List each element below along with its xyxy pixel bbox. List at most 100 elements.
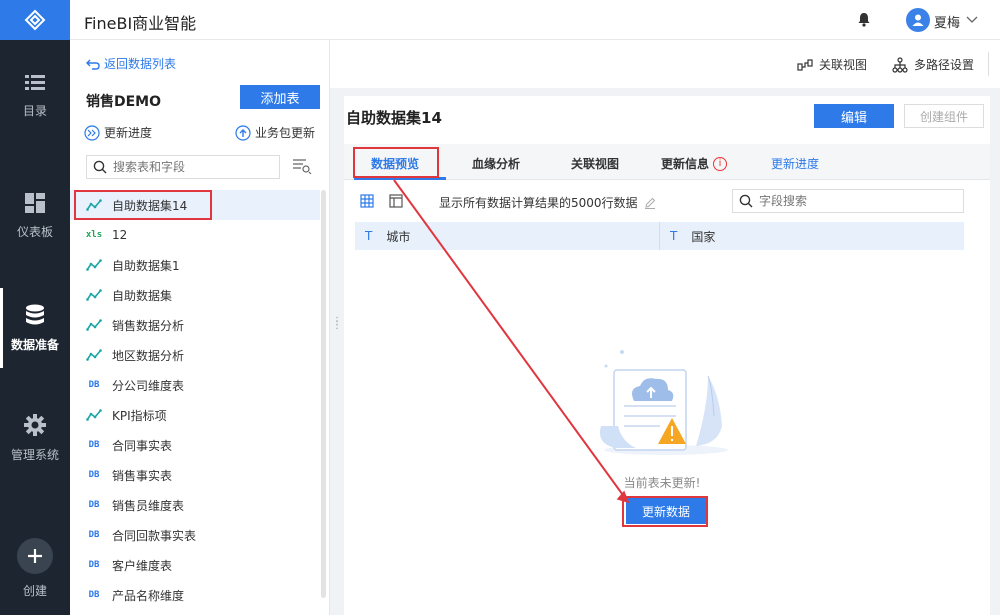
table-list-item[interactable]: 自助数据集 — [70, 280, 320, 310]
nav-item-create[interactable]: 创建 — [0, 528, 70, 608]
table-name: 客户维度表 — [112, 558, 173, 573]
chevron-down-icon[interactable] — [966, 13, 978, 25]
table-name: 自助数据集 — [112, 288, 173, 303]
return-icon — [86, 59, 100, 70]
database-icon — [26, 304, 44, 324]
self-dataset-icon — [84, 199, 104, 211]
dashboard-icon — [25, 192, 45, 213]
table-type-tag: DB — [88, 500, 100, 510]
table-list: 自助数据集14 xls 12 自助数据集1 自助数据集销售数据分析 地区数据分析 DB 分公司… — [70, 190, 320, 610]
field-search[interactable] — [732, 189, 964, 213]
progress-icon — [84, 124, 100, 141]
divider — [988, 52, 989, 76]
table-name: 合同事实表 — [112, 438, 173, 453]
self-dataset-icon — [84, 319, 104, 331]
table-list-item[interactable]: DB 合同事实表 — [70, 430, 320, 460]
self-dataset-icon — [84, 409, 104, 421]
pencil-icon[interactable] — [644, 197, 656, 209]
db-table-icon: DB — [84, 500, 104, 510]
field-search-input[interactable] — [759, 194, 949, 208]
nav-label: 创建 — [22, 583, 47, 598]
tab-data-preview[interactable]: 数据预览 — [371, 155, 419, 172]
preview-note-text: 显示所有数据计算结果的5000行数据 — [439, 196, 638, 210]
table-list-item[interactable]: xls 12 — [70, 220, 320, 250]
nav-label: 目录 — [22, 103, 47, 118]
table-list-item[interactable]: DB 合同回款事实表 — [70, 520, 320, 550]
search-icon — [739, 194, 753, 208]
table-list-item[interactable]: 销售数据分析 — [70, 310, 320, 340]
edit-button[interactable]: 编辑 — [814, 104, 894, 128]
nav-item-dashboard[interactable]: 仪表板 — [0, 176, 70, 256]
multipath-settings-label: 多路径设置 — [914, 58, 975, 72]
back-link-label: 返回数据列表 — [104, 57, 177, 71]
tab-lineage[interactable]: 血缘分析 — [472, 155, 520, 172]
table-list-item[interactable]: 地区数据分析 — [70, 340, 320, 370]
empty-state-text: 当前表未更新! — [623, 476, 701, 490]
upload-icon — [235, 124, 251, 141]
avatar[interactable] — [906, 8, 930, 32]
app-logo[interactable] — [0, 0, 70, 40]
db-table-icon: DB — [84, 380, 104, 390]
preview-table-header: T 城市 T 国家 — [355, 222, 964, 250]
multipath-settings-button[interactable]: 多路径设置 — [892, 56, 974, 73]
table-list-item[interactable]: DB 销售事实表 — [70, 460, 320, 490]
relation-view-button[interactable]: 关联视图 — [797, 56, 867, 73]
app-title: FineBI商业智能 — [84, 14, 197, 33]
info-icon: i — [713, 156, 728, 171]
nav-item-admin[interactable]: 管理系统 — [0, 398, 70, 478]
nav-label: 管理系统 — [10, 447, 59, 462]
add-table-button[interactable]: 添加表 — [240, 85, 320, 109]
db-table-icon: DB — [84, 560, 104, 570]
table-list-item[interactable]: DB 客户维度表 — [70, 550, 320, 580]
tab-update-info[interactable]: 更新信息 i — [661, 155, 728, 172]
text-type-icon: T — [670, 229, 678, 243]
table-name: 分公司维度表 — [112, 378, 185, 393]
user-name[interactable]: 夏梅 — [934, 12, 960, 31]
update-progress-label: 更新进度 — [104, 126, 153, 140]
table-list-item[interactable]: DB 分公司维度表 — [70, 370, 320, 400]
column-header[interactable]: T 城市 — [355, 222, 659, 250]
table-type-tag: DB — [88, 560, 100, 570]
table-type-tag: DB — [88, 440, 100, 450]
scrollbar[interactable] — [321, 190, 326, 598]
tab-relation-view[interactable]: 关联视图 — [571, 155, 619, 172]
active-tab-indicator — [354, 177, 446, 180]
table-search-input[interactable] — [113, 160, 273, 174]
filter-list-icon[interactable] — [292, 158, 312, 174]
table-search[interactable] — [86, 155, 280, 179]
db-table-icon: DB — [84, 590, 104, 600]
table-name: 合同回款事实表 — [112, 528, 197, 543]
nav-item-catalog[interactable]: 目录 — [0, 56, 70, 136]
back-to-data-list-link[interactable]: 返回数据列表 — [86, 55, 176, 72]
create-component-button[interactable]: 创建组件 — [904, 104, 984, 128]
empty-state-illustration — [600, 350, 728, 455]
package-update-label: 业务包更新 — [255, 126, 316, 140]
column-header[interactable]: T 国家 — [659, 222, 964, 250]
panel-splitter-handle[interactable]: ⋮ ⋮ — [332, 317, 342, 331]
table-list-item[interactable]: DB 销售员维度表 — [70, 490, 320, 520]
relation-view-icon — [797, 58, 813, 71]
table-list-item[interactable]: 自助数据集14 — [70, 190, 320, 220]
table-list-item[interactable]: KPI指标项 — [70, 400, 320, 430]
table-type-tag: xls — [85, 230, 103, 240]
nav-item-data-prep[interactable]: 数据准备 — [0, 288, 70, 368]
panel-view-icon[interactable] — [389, 194, 403, 208]
tab-label: 血缘分析 — [472, 157, 521, 171]
self-dataset-icon — [84, 349, 104, 361]
dataset-detail-card: 自助数据集14 编辑 创建组件 数据预览 血缘分析 关联视图 更新信息 i 更新进… — [344, 96, 990, 615]
table-name: KPI指标项 — [112, 408, 167, 423]
grid-view-icon[interactable] — [360, 194, 374, 208]
table-type-tag: DB — [88, 590, 100, 600]
update-data-button[interactable]: 更新数据 — [626, 498, 706, 524]
top-bar: FineBI商业智能 夏梅 — [70, 0, 1000, 40]
package-update-button[interactable]: 业务包更新 — [235, 124, 315, 141]
table-name: 产品名称维度 — [112, 588, 185, 603]
update-progress-button[interactable]: 更新进度 — [84, 124, 152, 141]
table-list-item[interactable]: DB 产品名称维度 — [70, 580, 320, 610]
bell-icon[interactable] — [857, 12, 871, 27]
table-type-tag: DB — [88, 470, 100, 480]
dataset-title: 自助数据集14 — [346, 109, 442, 127]
table-list-item[interactable]: 自助数据集1 — [70, 250, 320, 280]
preview-note: 显示所有数据计算结果的5000行数据 — [439, 194, 656, 211]
update-progress-link[interactable]: 更新进度 — [771, 155, 819, 172]
